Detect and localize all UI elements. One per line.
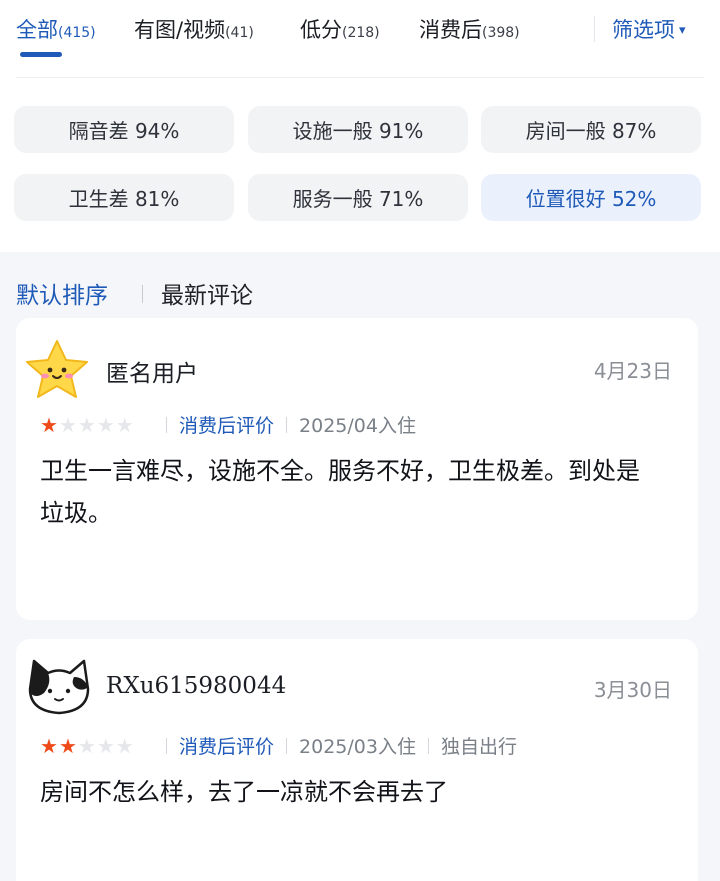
meta-divider — [427, 737, 429, 754]
sort-latest[interactable]: 最新评论 — [161, 276, 253, 310]
tab-count: (415) — [58, 25, 96, 41]
caret-down-icon: ▾ — [679, 23, 686, 38]
tab-all[interactable]: 全部(415) — [16, 14, 96, 44]
sort-default[interactable]: 默认排序 — [16, 276, 108, 310]
filter-button[interactable]: 筛选项 ▾ — [612, 14, 686, 44]
review-meta: 消费后评价 2025/03入住 独自出行 — [42, 732, 517, 759]
user-name[interactable]: RXu615980044 — [106, 673, 286, 699]
tab-photo-video[interactable]: 有图/视频(41) — [134, 14, 254, 44]
review-card: RXu615980044 3月30日 ★ ★ ★ ★ ★ 消费后评价 2025/… — [16, 639, 698, 881]
review-tabs: 全部(415) 有图/视频(41) 低分(218) 消费后(398) 筛选项 ▾ — [0, 0, 720, 60]
tab-label: 消费后 — [419, 18, 482, 42]
filter-divider — [594, 16, 595, 42]
review-type-link[interactable]: 消费后评价 — [179, 732, 274, 759]
tag-room[interactable]: 房间一般 87% — [481, 106, 701, 153]
review-meta: 消费后评价 2025/04入住 — [42, 411, 416, 438]
meta-divider — [166, 416, 167, 433]
stay-date: 2025/03入住 — [299, 736, 416, 758]
top-panel: 全部(415) 有图/视频(41) 低分(218) 消费后(398) 筛选项 ▾ … — [0, 0, 720, 252]
meta-divider — [286, 416, 288, 433]
cat-avatar-icon — [28, 659, 90, 715]
tab-count: (398) — [482, 25, 520, 41]
avatar[interactable] — [22, 653, 96, 719]
meta-divider — [166, 737, 167, 754]
tab-count: (218) — [342, 25, 380, 41]
tab-label: 有图/视频 — [134, 18, 226, 42]
trip-type: 独自出行 — [440, 736, 517, 758]
tab-count: (41) — [225, 25, 254, 41]
tag-soundproofing[interactable]: 隔音差 94% — [14, 106, 234, 153]
meta-divider — [286, 737, 288, 754]
review-text: 卫生一言难尽，设施不全。服务不好，卫生极差。到处是垃圾。 — [40, 457, 640, 527]
tabs-divider — [16, 77, 704, 78]
star-avatar-icon — [26, 340, 88, 398]
stay-date: 2025/04入住 — [299, 415, 416, 437]
active-tab-indicator — [20, 52, 62, 57]
review-date: 3月30日 — [593, 678, 672, 702]
tag-service[interactable]: 服务一般 71% — [248, 174, 468, 221]
avatar[interactable] — [20, 336, 94, 402]
tag-location[interactable]: 位置很好 52% — [481, 174, 701, 221]
tag-facilities[interactable]: 设施一般 91% — [248, 106, 468, 153]
tab-after-consumption[interactable]: 消费后(398) — [419, 14, 520, 44]
sort-divider — [142, 285, 143, 303]
tab-label: 低分 — [300, 18, 342, 42]
user-name[interactable]: 匿名用户 — [106, 354, 198, 388]
tab-low-score[interactable]: 低分(218) — [300, 14, 380, 44]
review-date: 4月23日 — [593, 359, 672, 383]
tab-label: 全部 — [16, 18, 58, 42]
filter-label: 筛选项 — [612, 18, 675, 42]
review-type-link[interactable]: 消费后评价 — [179, 411, 274, 438]
tag-hygiene[interactable]: 卫生差 81% — [14, 174, 234, 221]
review-card: 匿名用户 4月23日 ★ ★ ★ ★ ★ 消费后评价 2025/04入住 卫生一… — [16, 318, 698, 620]
review-text: 房间不怎么样，去了一凉就不会再去了 — [40, 778, 448, 806]
